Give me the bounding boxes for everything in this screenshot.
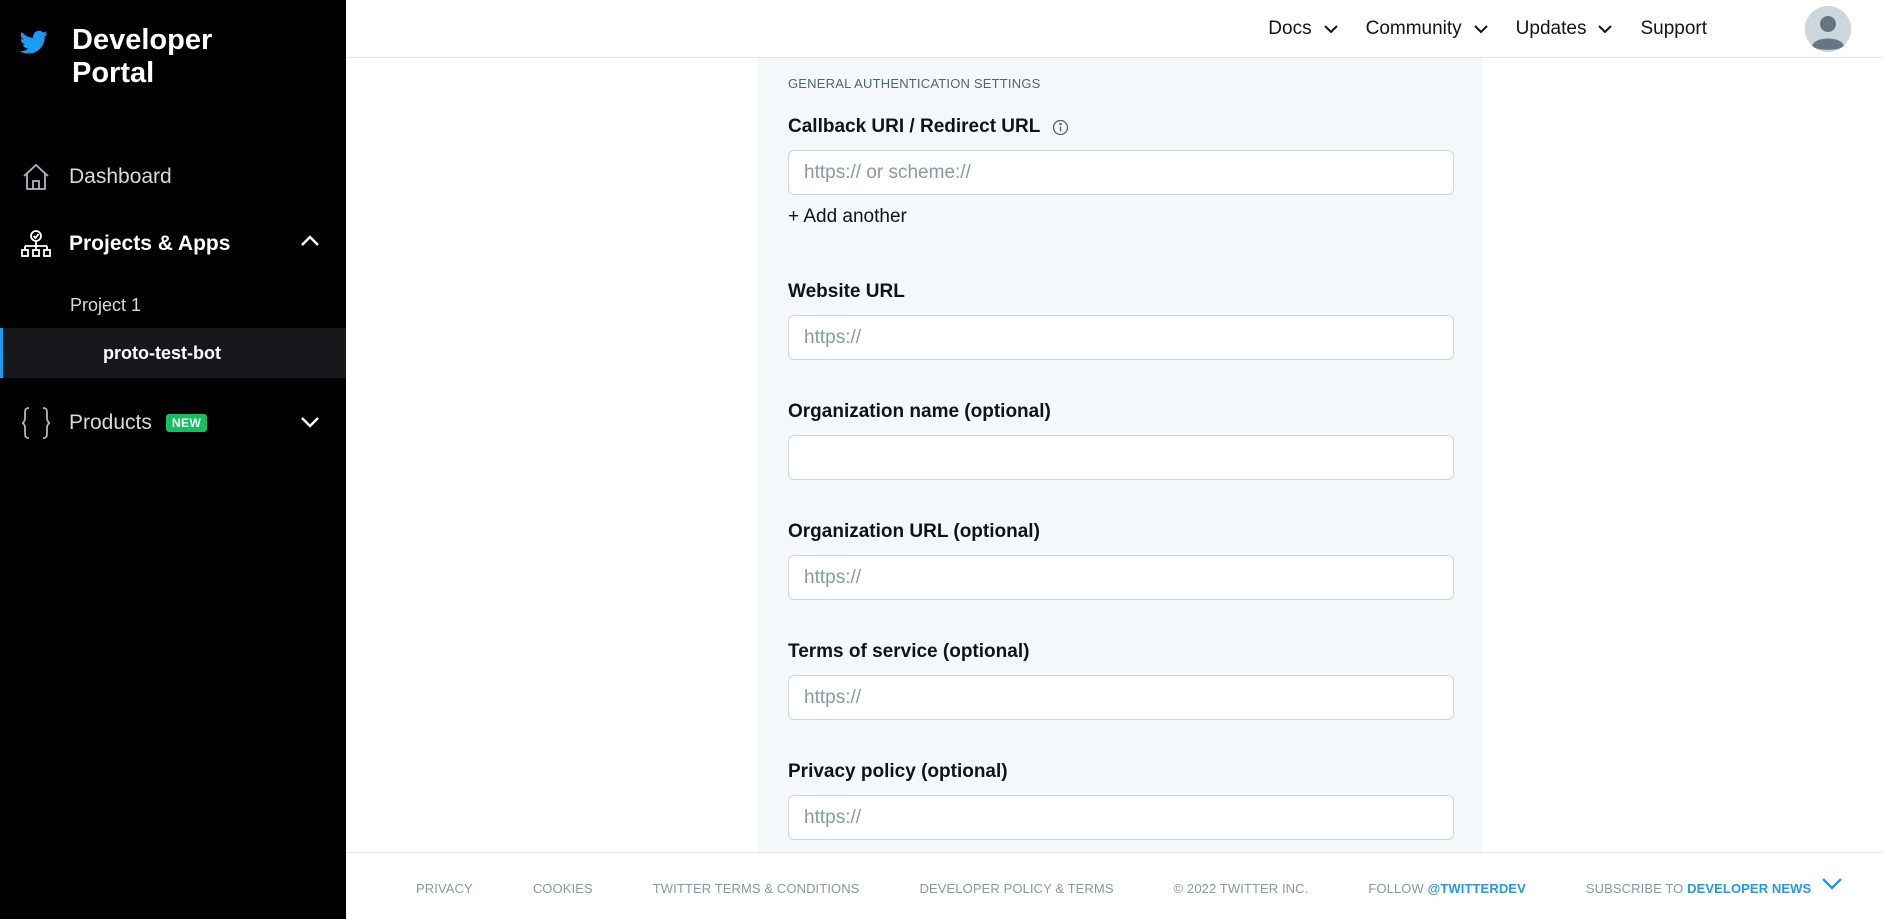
tos-url-input[interactable] (788, 675, 1454, 720)
footer-links: PRIVACY COOKIES TWITTER TERMS & CONDITIO… (416, 881, 1871, 896)
nav-community[interactable]: Community (1366, 18, 1488, 40)
website-url-input[interactable] (788, 315, 1454, 360)
org-url-input[interactable] (788, 555, 1454, 600)
chevron-down-icon (1473, 24, 1488, 33)
org-url-label: Organization URL (optional) (788, 521, 1040, 542)
privacy-url-input[interactable] (788, 795, 1454, 840)
brand[interactable]: Developer Portal (19, 24, 213, 90)
nav-updates[interactable]: Updates (1516, 18, 1613, 40)
nav-support[interactable]: Support (1640, 18, 1707, 40)
top-bar: Docs Community Updates Support (346, 0, 1883, 58)
footer: PRIVACY COOKIES TWITTER TERMS & CONDITIO… (346, 852, 1883, 919)
callback-label: Callback URI / Redirect URL (788, 116, 1069, 138)
callback-label-text: Callback URI / Redirect URL (788, 116, 1041, 137)
footer-follow-text: FOLLOW (1368, 881, 1424, 896)
portal-title: Developer Portal (72, 24, 213, 89)
footer-terms-link[interactable]: TWITTER TERMS & CONDITIONS (653, 881, 860, 896)
sidebar-item-project-1[interactable]: Project 1 (0, 290, 346, 320)
sidebar-item-projects-apps[interactable]: Projects & Apps (0, 226, 346, 262)
tos-label: Terms of service (optional) (788, 641, 1030, 662)
sidebar-item-label: Projects & Apps (69, 232, 231, 255)
chevron-down-icon (1598, 24, 1613, 33)
chevron-down-icon[interactable] (300, 415, 320, 433)
sidebar-item-label: Products (69, 411, 152, 434)
nav-docs-label: Docs (1268, 18, 1312, 39)
footer-privacy-link[interactable]: PRIVACY (416, 881, 473, 896)
nav-docs[interactable]: Docs (1268, 18, 1338, 40)
footer-copyright: © 2022 TWITTER INC. (1173, 881, 1309, 896)
user-avatar-icon (1805, 6, 1851, 52)
sidebar-item-label: Dashboard (69, 165, 172, 188)
org-name-input[interactable] (788, 435, 1454, 480)
top-nav: Docs Community Updates Support (1240, 18, 1707, 40)
chevron-down-icon (1323, 24, 1338, 33)
twitter-bird-icon (19, 28, 48, 56)
auth-settings-panel: GENERAL AUTHENTICATION SETTINGS Callback… (758, 58, 1482, 852)
sidebar-item-dashboard[interactable]: Dashboard (0, 160, 346, 194)
footer-subscribe-link[interactable]: DEVELOPER NEWS (1687, 881, 1811, 896)
footer-cookies-link[interactable]: COOKIES (533, 881, 593, 896)
footer-subscribe[interactable]: SUBSCRIBE TO DEVELOPER NEWS (1586, 881, 1811, 896)
new-badge: NEW (165, 414, 208, 432)
footer-subscribe-text: SUBSCRIBE TO (1585, 881, 1684, 896)
org-name-label: Organization name (optional) (788, 401, 1051, 422)
avatar[interactable] (1805, 6, 1851, 52)
section-title: GENERAL AUTHENTICATION SETTINGS (788, 76, 1041, 91)
braces-icon (20, 407, 52, 439)
footer-follow-handle[interactable]: @TWITTERDEV (1428, 881, 1526, 896)
nav-support-label: Support (1640, 18, 1707, 39)
org-chart-icon (20, 228, 52, 260)
nav-community-label: Community (1365, 18, 1462, 39)
add-another-button[interactable]: + Add another (788, 206, 907, 228)
chevron-down-icon[interactable] (1821, 877, 1843, 896)
sidebar: Developer Portal Dashboard Projects & Ap… (0, 0, 346, 919)
info-icon[interactable] (1052, 119, 1069, 136)
website-label: Website URL (788, 281, 905, 302)
privacy-label: Privacy policy (optional) (788, 761, 1008, 782)
chevron-up-icon[interactable] (300, 234, 320, 252)
callback-url-input[interactable] (788, 150, 1454, 195)
sidebar-item-products[interactable]: Products NEW (0, 404, 346, 442)
footer-dev-policy-link[interactable]: DEVELOPER POLICY & TERMS (920, 881, 1114, 896)
home-icon (20, 161, 52, 193)
footer-follow[interactable]: FOLLOW @TWITTERDEV (1368, 881, 1526, 896)
sidebar-item-app[interactable]: proto-test-bot (0, 328, 346, 378)
nav-updates-label: Updates (1515, 18, 1587, 39)
